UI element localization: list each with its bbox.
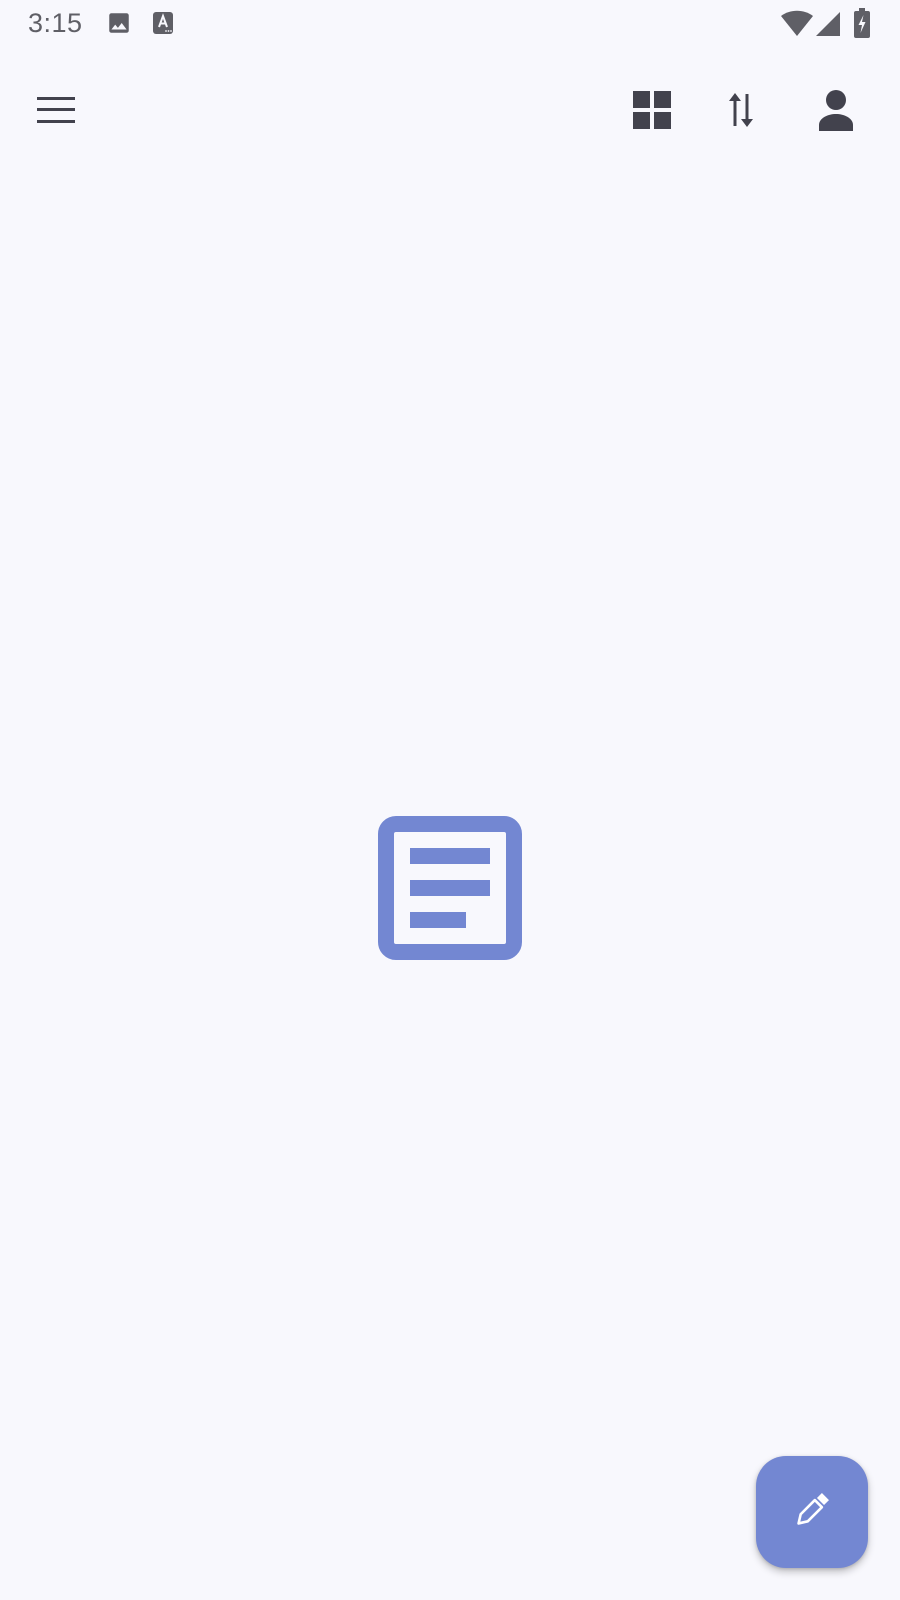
wifi-icon xyxy=(780,10,814,43)
battery-charging-icon xyxy=(854,8,870,43)
pencil-icon xyxy=(792,1490,832,1535)
status-time: 3:15 xyxy=(28,8,83,38)
grid-view-button[interactable] xyxy=(610,70,694,154)
sort-button[interactable] xyxy=(699,70,783,154)
sort-icon xyxy=(726,90,756,135)
menu-icon xyxy=(36,95,76,130)
image-icon xyxy=(106,10,132,41)
account-button[interactable] xyxy=(794,70,878,154)
status-bar: 3:15 xyxy=(0,0,900,48)
notes-icon xyxy=(378,816,522,964)
text-notification-icon xyxy=(151,10,175,41)
signal-icon xyxy=(816,12,842,41)
new-note-fab[interactable] xyxy=(756,1456,868,1568)
top-app-bar xyxy=(0,70,900,154)
menu-button[interactable] xyxy=(14,70,98,154)
account-icon xyxy=(818,89,854,136)
grid-view-icon xyxy=(633,90,671,134)
empty-notes-illustration xyxy=(378,816,522,960)
